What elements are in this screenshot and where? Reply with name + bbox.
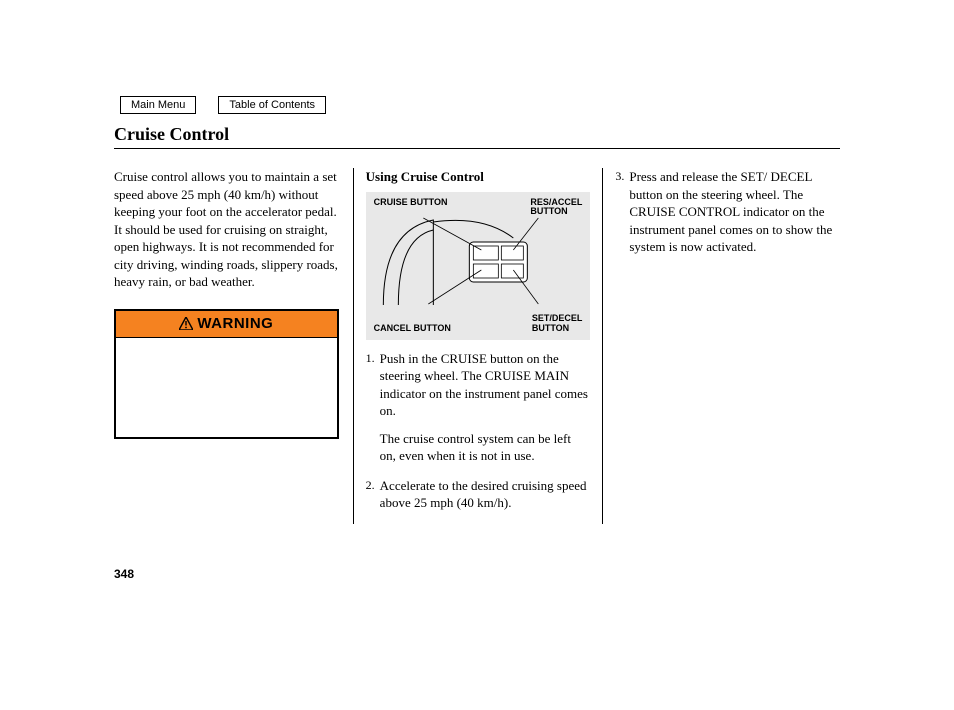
step-2: 2. Accelerate to the desired cruising sp… xyxy=(366,477,591,512)
diagram-label-setdecel: SET/DECELBUTTON xyxy=(532,314,583,334)
steering-diagram: CRUISE BUTTON RES/ACCELBUTTON CANCEL BUT… xyxy=(366,192,591,340)
step-1: 1. Push in the CRUISE button on the stee… xyxy=(366,350,591,465)
step-2-text: Accelerate to the desired cruising speed… xyxy=(380,477,591,512)
page-number: 348 xyxy=(114,566,134,582)
column-1: Cruise control allows you to maintain a … xyxy=(114,168,354,524)
toc-button[interactable]: Table of Contents xyxy=(218,96,326,114)
warning-icon xyxy=(179,317,193,330)
warning-header: WARNING xyxy=(116,311,337,338)
diagram-label-cancel: CANCEL BUTTON xyxy=(374,324,451,334)
steps-col3: 3. Press and release the SET/ DECEL butt… xyxy=(615,168,840,256)
step-3-number: 3. xyxy=(615,168,629,256)
column-3: 3. Press and release the SET/ DECEL butt… xyxy=(603,168,840,524)
intro-paragraph: Cruise control allows you to maintain a … xyxy=(114,168,339,291)
step-1-text: Push in the CRUISE button on the steerin… xyxy=(380,351,588,419)
step-3-text: Press and release the SET/ DECEL button … xyxy=(629,168,840,256)
warning-box: WARNING xyxy=(114,309,339,439)
step-2-number: 2. xyxy=(366,477,380,512)
page-title: Cruise Control xyxy=(114,122,840,149)
header-nav: Main Menu Table of Contents xyxy=(120,96,326,114)
using-cruise-heading: Using Cruise Control xyxy=(366,168,591,186)
steering-wheel-illustration xyxy=(366,210,591,310)
step-1-note: The cruise control system can be left on… xyxy=(380,430,591,465)
diagram-label-cruise: CRUISE BUTTON xyxy=(374,198,448,208)
steps-col2: 1. Push in the CRUISE button on the stee… xyxy=(366,350,591,512)
step-1-number: 1. xyxy=(366,350,380,465)
content-columns: Cruise control allows you to maintain a … xyxy=(114,168,840,524)
column-2: Using Cruise Control CRUISE BUTTON RES/A… xyxy=(354,168,604,524)
step-3: 3. Press and release the SET/ DECEL butt… xyxy=(615,168,840,256)
main-menu-button[interactable]: Main Menu xyxy=(120,96,196,114)
warning-label: WARNING xyxy=(197,314,273,334)
